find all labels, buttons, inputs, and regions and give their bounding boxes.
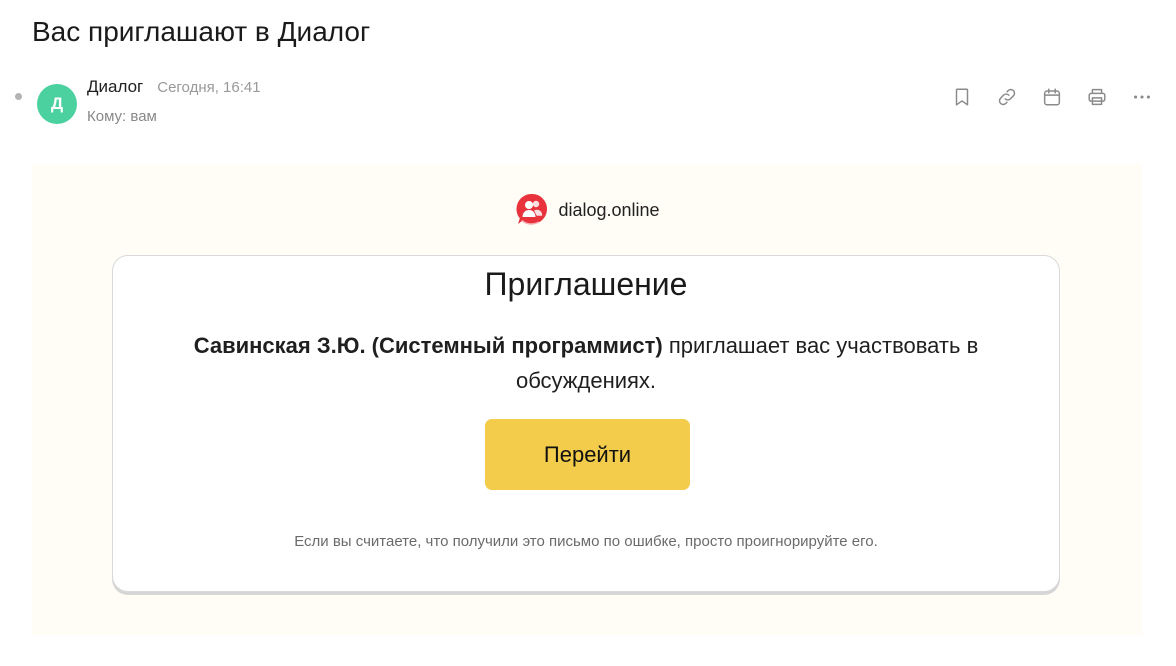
more-icon: [1134, 95, 1150, 99]
brand-name: dialog.online: [558, 199, 660, 220]
brand-header: dialog.online: [32, 192, 1142, 228]
recipient-line: Кому: вам: [87, 108, 157, 125]
email-subject: Вас приглашают в Диалог: [32, 16, 371, 47]
dialog-logo-icon: [516, 193, 548, 225]
calendar-button[interactable]: [1036, 84, 1068, 110]
sender-line: Диалог Сегодня, 16:41: [87, 77, 261, 97]
ignore-note: Если вы считаете, что получили это письм…: [294, 533, 878, 550]
copy-link-button[interactable]: [991, 84, 1023, 110]
go-button[interactable]: Перейти: [485, 419, 690, 490]
invitation-message: Савинская З.Ю. (Системный программист) п…: [156, 328, 1016, 398]
inviter-name: Савинская З.Ю. (Системный программист): [193, 333, 663, 358]
invitation-card: Приглашение Савинская З.Ю. (Системный пр…: [112, 255, 1060, 592]
email-date: Сегодня, 16:41: [157, 79, 261, 96]
link-icon: [998, 88, 1016, 106]
bookmark-icon: [955, 88, 969, 106]
invitation-title: Приглашение: [484, 266, 688, 302]
print-icon: [1088, 88, 1106, 106]
email-body: dialog.online Приглашение Савинская З.Ю.…: [32, 164, 1142, 635]
print-button[interactable]: [1081, 84, 1113, 110]
calendar-icon: [1043, 88, 1061, 106]
sender-avatar[interactable]: Д: [37, 84, 77, 124]
bookmark-button[interactable]: [946, 84, 978, 110]
avatar-letter: Д: [50, 94, 64, 113]
unread-indicator[interactable]: [15, 93, 22, 100]
sender-name[interactable]: Диалог: [87, 77, 143, 97]
email-view: Вас приглашают в Диалог Д Диалог Сегодня…: [0, 0, 1176, 666]
more-button[interactable]: [1126, 84, 1158, 110]
message-toolbar: [946, 84, 1158, 110]
